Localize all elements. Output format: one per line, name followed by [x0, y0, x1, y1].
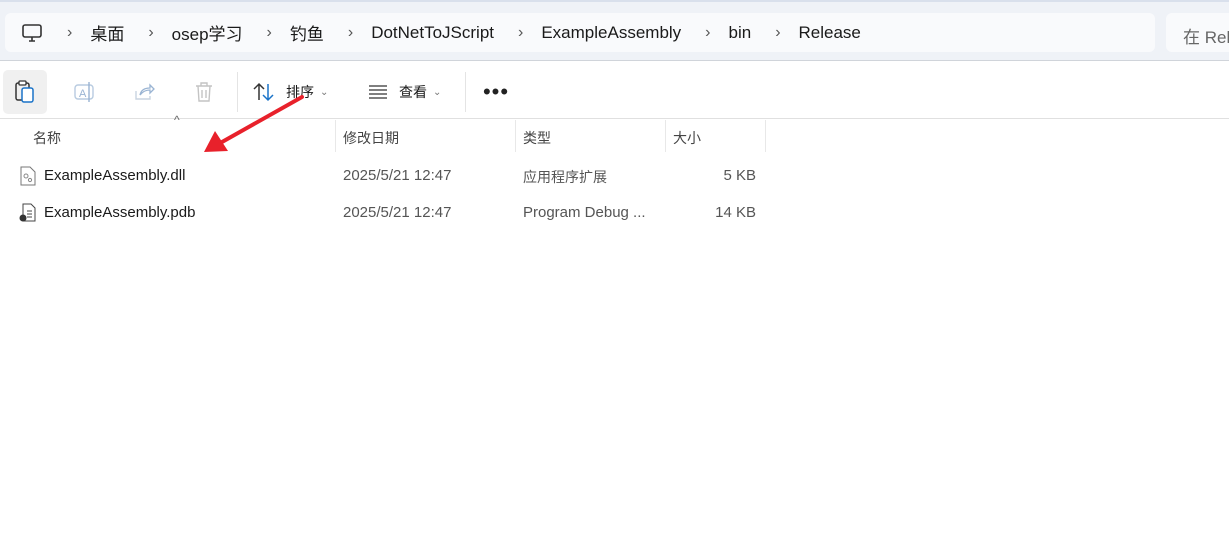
red-annotation-arrow: [204, 95, 304, 152]
